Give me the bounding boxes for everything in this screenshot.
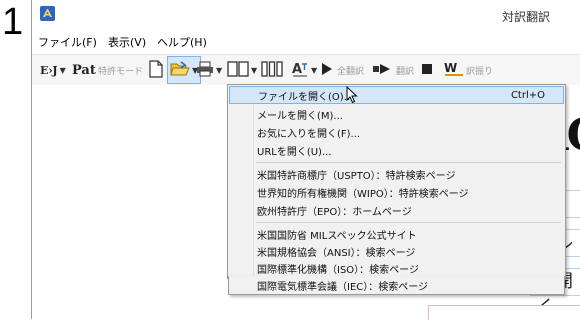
chevron-down-icon: ▼ [311, 65, 318, 75]
chevron-down-icon: ▼ [59, 65, 66, 75]
menu-file[interactable]: ファイル(F) [38, 34, 97, 50]
patent-dropdown[interactable]: Pat [72, 55, 96, 85]
menu-help[interactable]: ヘルプ(H) [157, 34, 207, 50]
translate-label: 翻訳 [396, 66, 415, 77]
menu-item-label: メールを開く(M)... [257, 110, 343, 122]
menu-item-label: ファイルを開く(O)... [258, 91, 354, 103]
app-window: 対訳翻訳 ファイル(F) 表示(V) ヘルプ(H) E›J ▼ Pat 特許モー… [31, 0, 580, 320]
translate-all-button[interactable]: 全翻訳 [321, 55, 364, 85]
three-columns-icon [261, 60, 283, 80]
menu-separator [256, 162, 561, 163]
title-bar: 対訳翻訳 [32, 0, 580, 27]
patent-mode-label: 特許モード [98, 66, 144, 77]
svg-text:A: A [292, 62, 302, 77]
printer-icon [196, 61, 214, 80]
menu-item-label: 国際電気標準会議（IEC）：検索ページ [257, 281, 429, 293]
menu-view[interactable]: 表示(V) [108, 34, 146, 50]
translation-swap-label: 訳振り [466, 66, 494, 77]
layout-three-column-button[interactable] [261, 55, 283, 85]
menu-item-iso[interactable]: 国際標準化機構（ISO）：検索ページ [229, 259, 564, 277]
menu-item-wipo[interactable]: 世界知的所有権機関（WIPO）：特許検索ページ [229, 183, 564, 201]
new-document-icon [148, 59, 164, 81]
print-button[interactable]: ▼ [196, 55, 222, 85]
patent-mode-button[interactable]: 特許モード [98, 55, 143, 85]
mouse-cursor-icon [346, 85, 358, 107]
stop-icon [422, 63, 432, 77]
translate-button[interactable]: 翻訳 [373, 55, 414, 85]
open-menu-dropdown: ファイルを開く(O)... Ctrl+O メールを開く(M)... お気に入りを… [227, 84, 566, 279]
menu-item-epo[interactable]: 欧州特許庁（EPO）：ホームページ [229, 201, 564, 219]
translate-arrow-icon [373, 63, 393, 78]
translate-all-label: 全翻訳 [337, 66, 365, 77]
menu-item-open-file[interactable]: ファイルを開く(O)... Ctrl+O [229, 86, 564, 104]
app-logo-icon [40, 6, 55, 21]
menu-item-mil-spec[interactable]: 米国国防省 MILスペック公式サイト [229, 225, 564, 243]
menu-item-open-mail[interactable]: メールを開く(M)... [229, 105, 564, 123]
toolbar: E›J ▼ Pat 特許モード ▼ ▼ ▼ A ▼ 全翻訳 翻訳 W 訳振り [32, 54, 580, 86]
menu-separator [256, 222, 561, 223]
split-columns-icon [227, 60, 249, 80]
new-document-button[interactable] [148, 55, 164, 85]
menu-item-iec[interactable]: 国際電気標準会議（IEC）：検索ページ [228, 276, 565, 295]
chevron-down-icon: ▼ [216, 65, 223, 75]
svg-text:W: W [444, 61, 457, 75]
menu-item-shortcut: Ctrl+O [510, 90, 545, 101]
open-folder-icon [170, 60, 190, 80]
menu-item-open-url[interactable]: URLを開く(U)... [229, 141, 564, 159]
font-size-icon: A [291, 60, 309, 81]
menu-item-uspto[interactable]: 米国特許商標庁（USPTO）：特許検索ページ [229, 165, 564, 183]
menu-item-label: お気に入りを開く(F)... [257, 128, 361, 140]
menu-item-open-favorites[interactable]: お気に入りを開く(F)... [229, 123, 564, 141]
menu-item-label: 米国特許商標庁（USPTO）：特許検索ページ [257, 170, 456, 182]
window-title: 対訳翻訳 [502, 10, 551, 24]
direction-dropdown[interactable]: E›J ▼ [40, 55, 66, 85]
menu-item-label: 欧州特許庁（EPO）：ホームページ [257, 206, 412, 218]
menu-item-label: 米国規格協会（ANSI）：検索ページ [257, 247, 416, 259]
step-number: 1 [2, 1, 24, 43]
play-icon [321, 62, 333, 79]
chevron-down-icon: ▼ [251, 65, 258, 75]
direction-label: E›J [40, 63, 58, 77]
patent-label: Pat [72, 62, 96, 78]
stop-button[interactable] [422, 55, 432, 85]
layout-horizontal-button[interactable]: ▼ [227, 55, 257, 85]
word-swap-icon: W [444, 61, 464, 80]
background-card [428, 305, 580, 320]
font-size-button[interactable]: A ▼ [291, 55, 317, 85]
menu-item-label: URLを開く(U)... [257, 146, 332, 158]
menu-item-label: 国際標準化機構（ISO）：検索ページ [257, 264, 419, 276]
menu-item-ansi[interactable]: 米国規格協会（ANSI）：検索ページ [229, 242, 564, 260]
menu-item-label: 米国国防省 MILスペック公式サイト [257, 230, 417, 242]
translation-swap-button[interactable]: W 訳振り [444, 55, 493, 85]
menu-bar: ファイル(F) 表示(V) ヘルプ(H) [32, 31, 580, 51]
menu-item-label: 世界知的所有権機関（WIPO）：特許検索ページ [257, 188, 469, 200]
